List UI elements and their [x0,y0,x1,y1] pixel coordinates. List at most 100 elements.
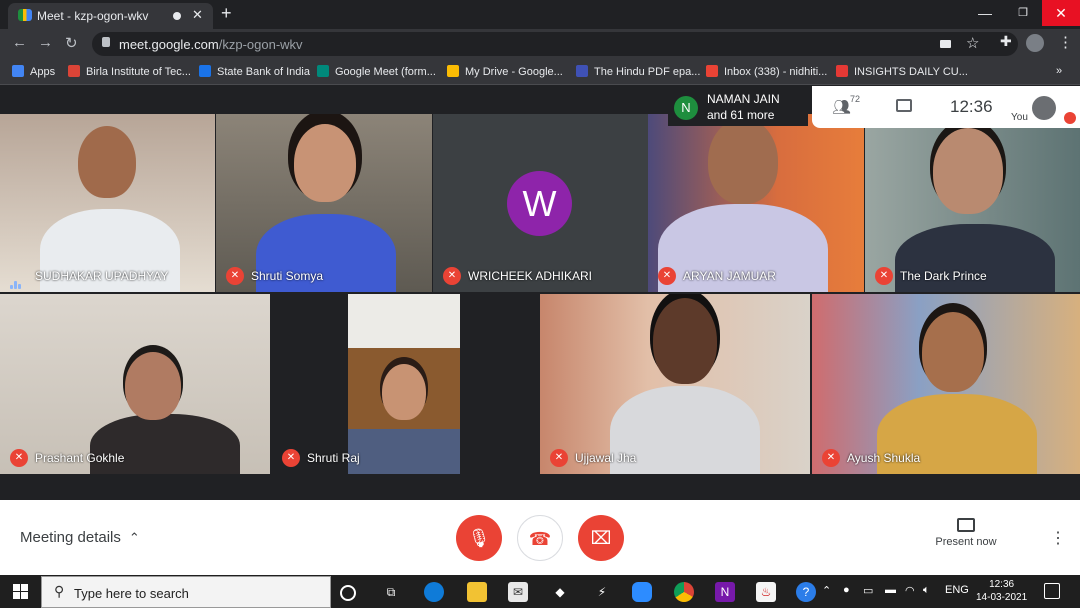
close-window-button[interactable]: ✕ [1042,0,1080,26]
taskbar-search-box[interactable]: ⚲ Type here to search [41,576,331,608]
muted-mic-icon: ✕ [226,267,244,285]
bookmark-insights[interactable]: INSIGHTS DAILY CU... [836,65,968,78]
mail-icon[interactable]: ✉ [508,582,528,602]
participant-name: SUDHAKAR UPADHYAY [35,269,169,283]
self-avatar[interactable] [1032,96,1056,120]
self-label: You [1011,112,1028,123]
participant-tile[interactable]: ✕ Shruti Raj [272,294,538,474]
present-icon [957,518,975,532]
extensions-puzzle-icon[interactable]: ✚ [1000,33,1012,50]
zoom-icon[interactable] [632,582,652,602]
bookmark-birla[interactable]: Birla Institute of Tec... [68,65,191,78]
sbi-icon [199,65,211,77]
search-placeholder: Type here to search [74,586,189,601]
recording-dot-icon [173,12,181,20]
file-explorer-icon[interactable] [467,582,487,602]
reload-icon[interactable]: ↻ [65,34,78,52]
system-clock[interactable]: 12:36 14-03-2021 [976,578,1027,604]
onenote-icon[interactable]: N [715,582,735,602]
participant-tile[interactable]: ✕ Ayush Shukla [812,294,1080,474]
notifications-icon[interactable] [1044,583,1060,599]
tray-chevron-icon[interactable]: ⌃ [822,584,831,597]
java-icon[interactable]: ♨ [756,582,776,602]
muted-mic-icon: ✕ [822,449,840,467]
search-icon: ⚲ [54,583,65,599]
windows-taskbar: ⚲ Type here to search ⧉ ✉ ◆ ⚡︎ N ♨ ? ⌃ ●… [0,575,1080,608]
participant-name: WRICHEEK ADHIKARI [468,269,593,283]
chat-icon[interactable] [896,99,912,112]
notice-name: NAMAN JAIN [707,92,780,106]
gmail-icon [706,65,718,77]
bookmark-star-icon[interactable]: ☆ [966,34,979,52]
participant-name: Prashant Gokhle [35,451,125,465]
participant-count: 72 [850,94,861,104]
meet-icon [317,65,329,77]
dropbox-icon[interactable]: ◆ [550,582,570,602]
bookmark-sbi[interactable]: State Bank of India [199,65,310,78]
muted-mic-icon: ✕ [443,267,461,285]
minimize-button[interactable]: — [966,0,1004,26]
maximize-button[interactable]: ❐ [1004,0,1042,26]
participant-tile[interactable]: ✕ Shruti Somya [216,114,432,292]
clock-time: 12:36 [989,579,1015,590]
mic-toggle-button[interactable]: 🎙︎ [456,515,502,561]
cortana-icon[interactable] [340,585,356,601]
muted-mic-icon: ✕ [282,449,300,467]
bookmark-inbox[interactable]: Inbox (338) - nidhiti... [706,65,827,78]
muted-mic-icon: ✕ [658,267,676,285]
chevron-up-icon: ⌃ [128,530,140,545]
language-indicator[interactable]: ENG [945,584,969,596]
people-icon[interactable]: 👥︎ [832,98,851,116]
bookmark-the-hindu[interactable]: The Hindu PDF epa... [576,65,700,78]
notice-more: and 61 more [707,108,775,122]
muted-mic-icon: ✕ [875,267,893,285]
participant-tile[interactable]: SUDHAKAR UPADHYAY [0,114,215,292]
participant-name: The Dark Prince [900,269,987,283]
camera-toggle-button[interactable]: ⌧ [578,515,624,561]
meeting-clock: 12:36 [950,97,993,116]
participant-name: Ujjawal Jha [575,451,637,465]
participant-tile[interactable]: ✕ Ujjawal Jha [540,294,810,474]
more-options-icon[interactable]: ⋮ [1050,528,1066,548]
task-view-icon[interactable]: ⧉ [381,582,401,602]
tray-battery-icon[interactable]: ▬ [885,584,896,596]
tab-meet[interactable]: Meet - kzp-ogon-wkv ✕ [8,3,213,29]
tray-mic-icon[interactable]: ● [843,584,850,596]
present-now-button[interactable]: Present now [930,518,1002,548]
participant-tile[interactable]: ✕ The Dark Prince [865,114,1080,292]
help-icon[interactable]: ? [796,582,816,602]
tray-wifi-icon[interactable]: ◠ [905,584,915,597]
leave-call-button[interactable]: ☎︎ [517,515,563,561]
new-tab-button[interactable]: + [221,3,232,24]
url-text: meet.google.com/kzp-ogon-wkv [119,37,303,52]
join-notification: N NAMAN JAIN and 61 more [668,88,808,126]
participant-tile[interactable]: W ✕ WRICHEEK ADHIKARI [433,114,648,292]
participant-initial-avatar: N [674,96,698,120]
lock-icon [102,37,110,47]
forward-arrow-icon[interactable]: → [38,34,53,51]
bookmark-apps[interactable]: Apps [12,65,55,78]
apps-grid-icon [12,65,24,77]
bookmark-google-meet[interactable]: Google Meet (form... [317,65,436,78]
participant-tile[interactable]: ✕ Prashant Gokhle [0,294,270,474]
participant-name: Ayush Shukla [847,451,921,465]
chrome-icon[interactable] [674,582,694,602]
tray-network-icon[interactable]: ▭ [863,584,873,597]
meeting-details-button[interactable]: Meeting details ⌃ [20,529,140,546]
participant-tile[interactable]: ✕ ARYAN JAMUAR [648,114,864,292]
address-bar[interactable]: meet.google.com/kzp-ogon-wkv ☆ [92,32,1018,56]
browser-menu-icon[interactable]: ⋮ [1058,33,1073,51]
profile-avatar[interactable] [1026,34,1044,52]
more-bookmarks-icon[interactable]: » [1056,65,1062,77]
camera-in-use-icon[interactable] [940,40,951,48]
participant-name: ARYAN JAMUAR [683,269,776,283]
back-arrow-icon[interactable]: ← [12,34,27,51]
bookmark-my-drive[interactable]: My Drive - Google... [447,65,563,78]
tab-close-icon[interactable]: ✕ [192,7,203,23]
windows-start-icon[interactable] [13,584,28,599]
tray-volume-icon[interactable]: 🔈︎ [923,584,930,597]
edge-icon[interactable] [424,582,444,602]
app-bolt-icon[interactable]: ⚡︎ [592,582,612,602]
speaking-indicator-icon [10,271,26,289]
participant-name: Shruti Somya [251,269,324,283]
